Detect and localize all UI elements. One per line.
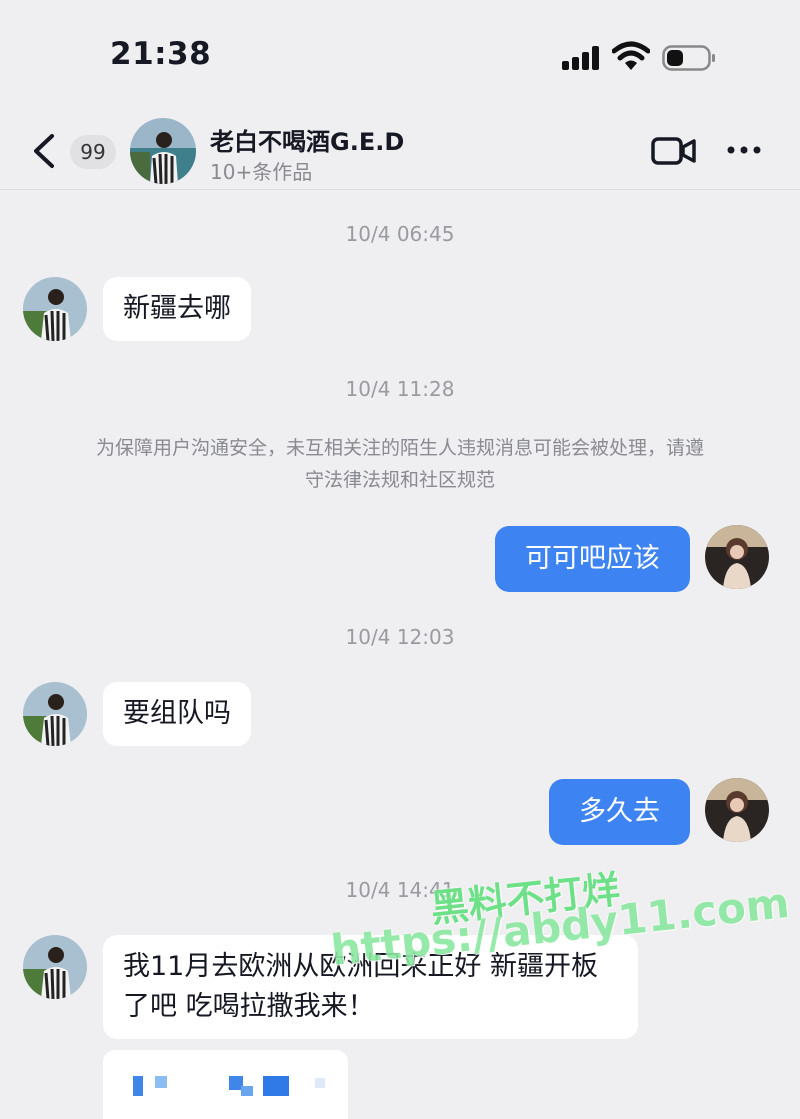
my-avatar[interactable]	[705, 525, 769, 589]
status-bar: 21:38	[0, 0, 800, 110]
message-timestamp: 10/4 11:28	[345, 377, 455, 401]
incoming-message[interactable]: 新疆去哪	[103, 277, 251, 341]
contact-subtitle: 10+条作品	[210, 160, 313, 184]
cellular-signal-icon	[562, 46, 602, 70]
status-time: 21:38	[110, 36, 212, 72]
back-button[interactable]	[28, 132, 62, 170]
unread-count-badge[interactable]: 99	[70, 135, 116, 169]
sender-avatar[interactable]	[23, 277, 87, 341]
incoming-message[interactable]: 要组队吗	[103, 682, 251, 746]
outgoing-message[interactable]: 可可吧应该	[495, 526, 690, 592]
video-call-button[interactable]	[650, 134, 698, 168]
message-timestamp: 10/4 06:45	[345, 222, 455, 246]
wifi-icon	[612, 41, 650, 70]
sender-avatar[interactable]	[23, 935, 87, 999]
safety-notice: 为保障用户沟通安全，未互相关注的陌生人违规消息可能会被处理，请遵守法律法规和社区…	[95, 437, 704, 491]
incoming-message[interactable]: 我11月去欧洲从欧洲回来正好 新疆开板了吧 吃喝拉撒我来！	[103, 935, 638, 1039]
message-timestamp: 10/4 14:41	[345, 878, 455, 902]
contact-name[interactable]: 老白不喝酒G.E.D	[210, 122, 404, 157]
more-options-button[interactable]	[726, 136, 762, 164]
contact-avatar[interactable]	[130, 118, 196, 184]
outgoing-message[interactable]: 多久去	[549, 779, 690, 845]
message-timestamp: 10/4 12:03	[345, 625, 455, 649]
sender-avatar[interactable]	[23, 682, 87, 746]
my-avatar[interactable]	[705, 778, 769, 842]
chat-header: 99 老白不喝酒G.E.D 10+条作品	[0, 110, 800, 190]
battery-icon	[662, 45, 715, 71]
blurred-attachment[interactable]	[103, 1050, 348, 1119]
